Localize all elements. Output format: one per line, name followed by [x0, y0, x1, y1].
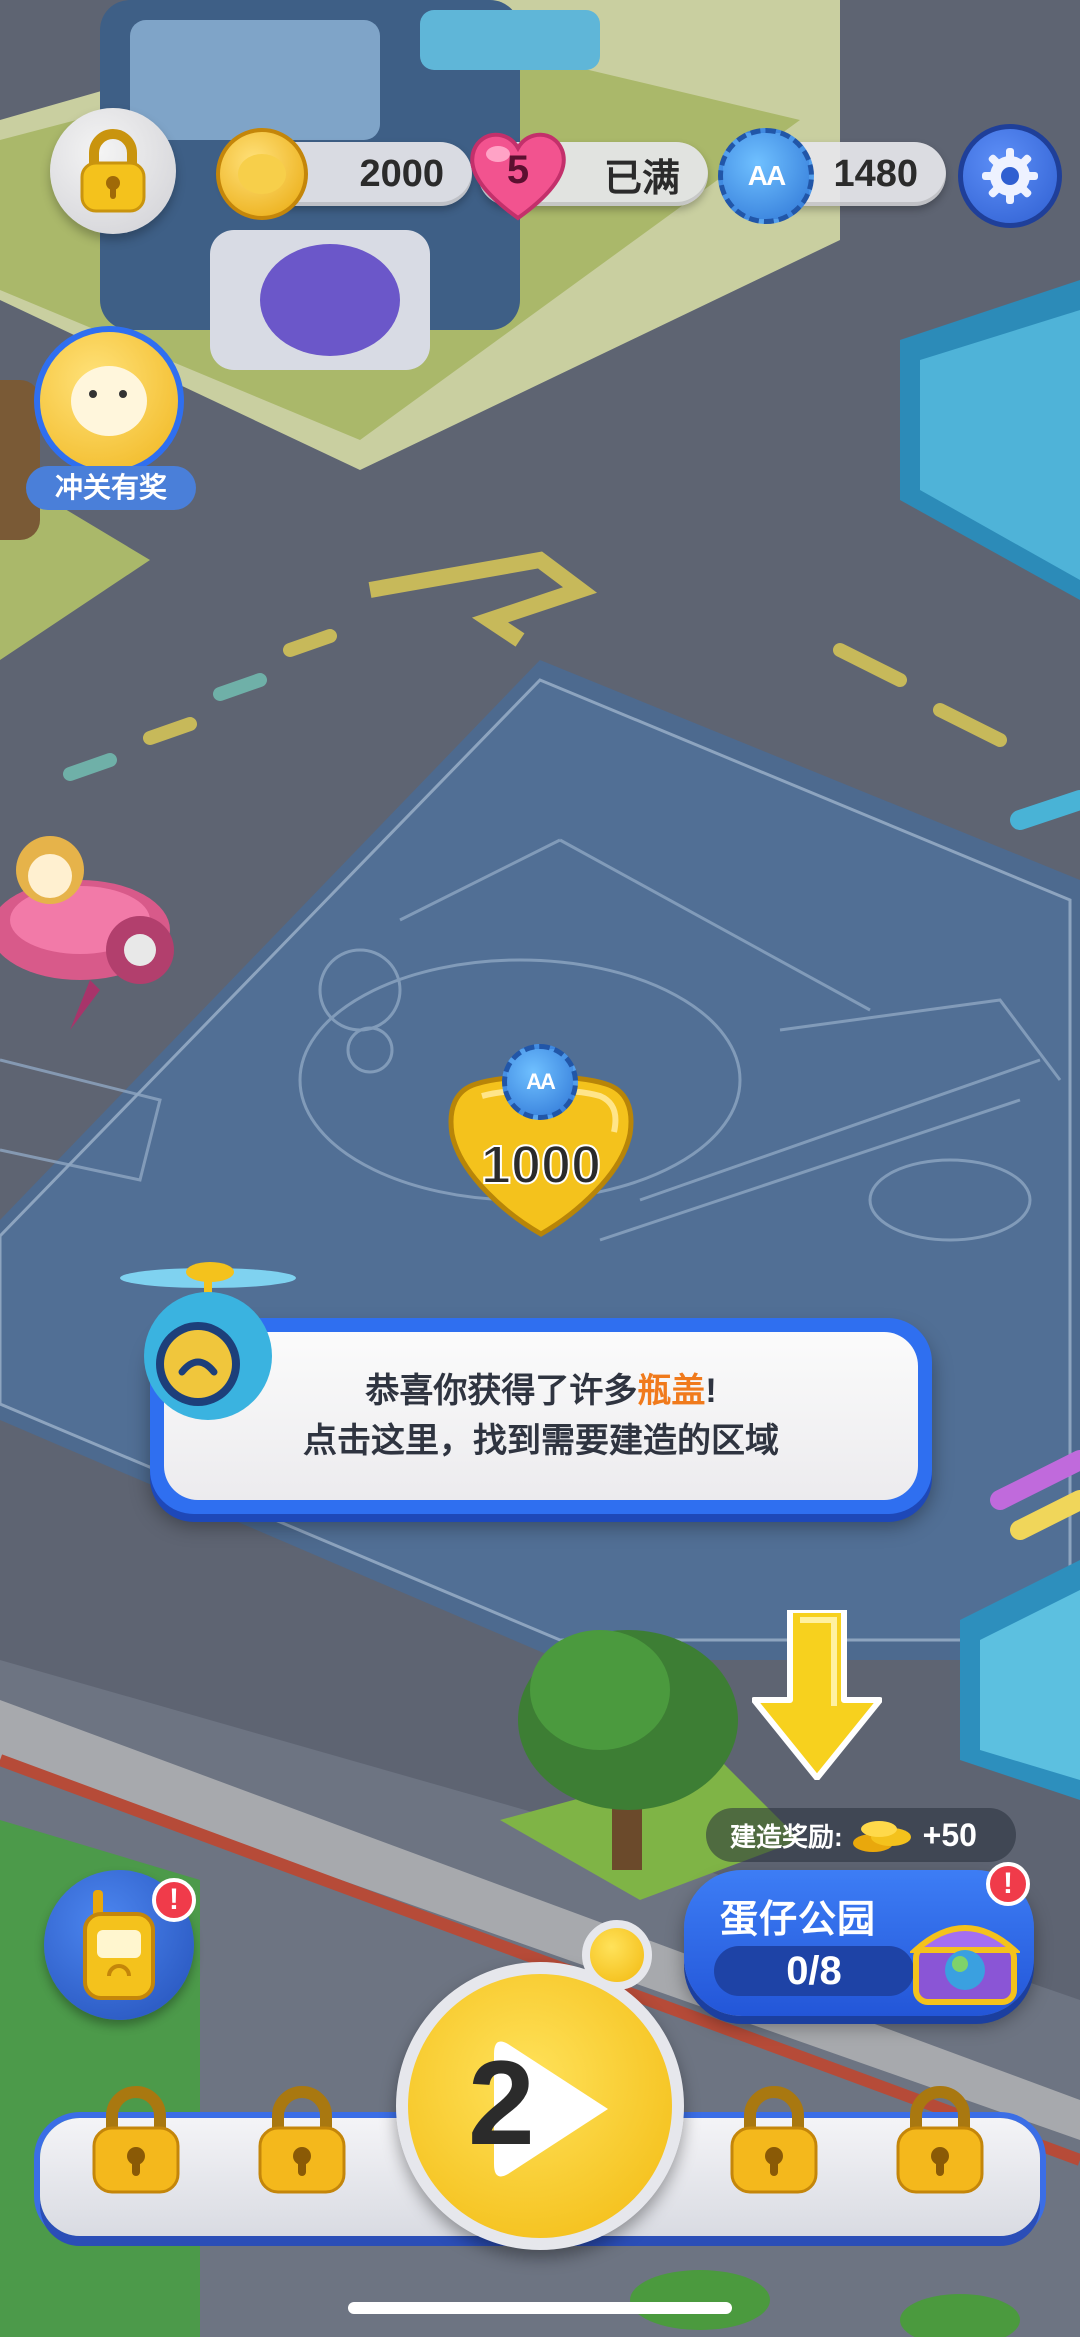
- helicopter-mascot-icon: [118, 1256, 298, 1426]
- build-cost-value: 1000: [480, 1134, 602, 1196]
- tutorial-line-1-prefix: 恭喜你获得了许多: [365, 1372, 638, 1410]
- arrow-down-icon: [751, 1607, 883, 1781]
- lock-icon: [80, 129, 146, 213]
- lock-icon: [258, 2086, 346, 2194]
- gold-coins-icon: [852, 1821, 911, 1852]
- airplane-character-icon: [0, 800, 190, 1030]
- settings-button[interactable]: [958, 124, 1062, 228]
- build-reward-label: 建造奖励:: [730, 1821, 843, 1852]
- lives-count: 5: [506, 148, 530, 192]
- park-name: 蛋仔公园: [720, 1899, 877, 1941]
- lock-button[interactable]: [50, 108, 176, 234]
- walkie-talkie-icon: [83, 1890, 155, 2000]
- play-button-knob: [582, 1920, 652, 1990]
- treasure-chest-icon: [908, 1906, 1022, 2006]
- heart-icon: 5: [466, 126, 570, 222]
- locked-level-slot-3[interactable]: [726, 2086, 822, 2196]
- level-number: 2: [468, 2036, 535, 2170]
- park-progress: 0/8: [714, 1946, 914, 1996]
- walkie-alert-badge: !: [152, 1878, 196, 1922]
- coin-amount: 2000: [359, 152, 444, 195]
- locked-level-slot-4[interactable]: [892, 2086, 988, 2196]
- cost-cap-logo: AA: [526, 1069, 556, 1094]
- cost-bottle-cap-icon: AA: [502, 1044, 578, 1120]
- build-reward-value: +50: [922, 1816, 977, 1853]
- gear-icon: [982, 148, 1038, 204]
- tutorial-highlight-bottle-caps: 瓶盖: [637, 1372, 706, 1410]
- park-build-card[interactable]: 蛋仔公园 0/8: [684, 1870, 1034, 2016]
- lock-icon: [92, 2086, 180, 2194]
- level-reward-label: 冲关有奖: [26, 466, 196, 510]
- build-cost-tag[interactable]: AA 1000: [446, 1044, 636, 1244]
- home-indicator[interactable]: [348, 2302, 732, 2314]
- build-reward-pill: 建造奖励: +50: [706, 1808, 1016, 1862]
- lock-icon: [896, 2086, 984, 2194]
- park-alert-badge: !: [986, 1862, 1030, 1906]
- lives-status: 已满: [603, 157, 680, 200]
- bottle-cap-logo: AA: [747, 160, 786, 191]
- coin-icon: [216, 128, 308, 220]
- mascot-portrait-icon: [34, 326, 184, 476]
- level-reward-button[interactable]: 冲关有奖: [26, 326, 196, 516]
- locked-level-slot-2[interactable]: [254, 2086, 350, 2196]
- bottle-cap-icon: AA: [718, 128, 814, 224]
- tutorial-line-1-suffix: !: [705, 1372, 717, 1410]
- bottle-cap-amount: 1480: [833, 152, 918, 195]
- locked-level-slot-1[interactable]: [88, 2086, 184, 2196]
- lock-icon: [730, 2086, 818, 2194]
- tutorial-line-2: 点击这里，找到需要建造的区域: [303, 1422, 779, 1460]
- play-level-button[interactable]: 2: [396, 1962, 684, 2250]
- tutorial-line-1: 恭喜你获得了许多瓶盖!: [365, 1366, 716, 1416]
